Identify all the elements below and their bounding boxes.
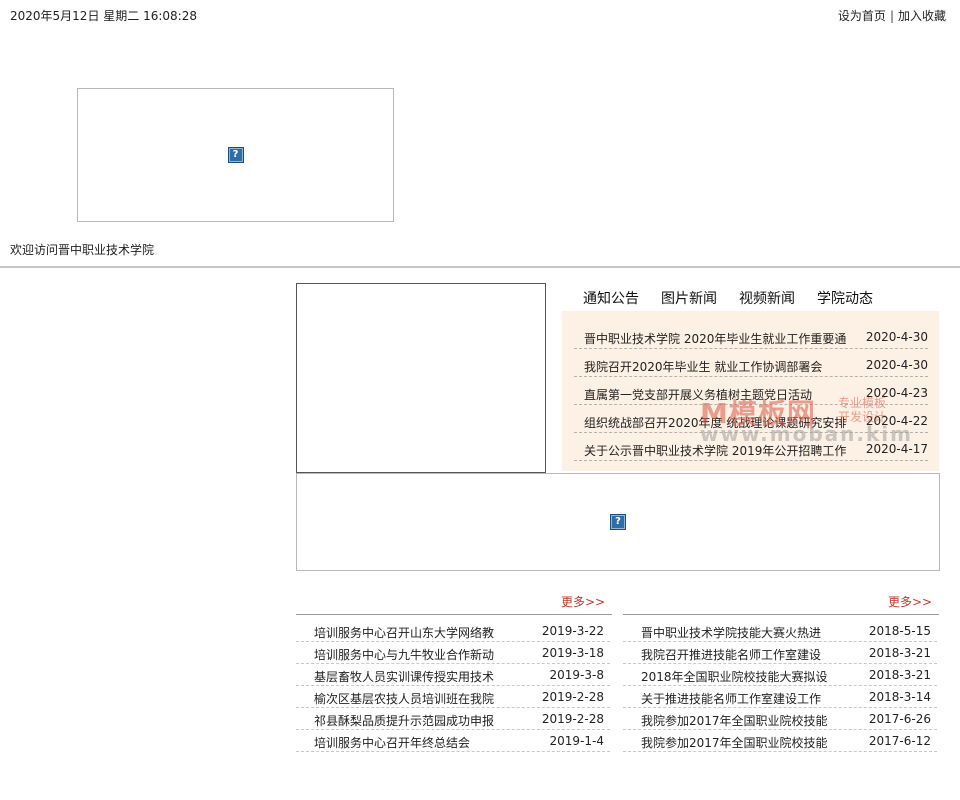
list-item-date: 2018-3-21: [868, 646, 931, 660]
list-item-date: 2019-1-4: [549, 734, 604, 748]
broken-image-icon: ?: [610, 514, 626, 530]
tab-notices[interactable]: 通知公告: [583, 288, 639, 308]
notice-date: 2020-4-17: [865, 442, 928, 456]
notice-date: 2020-4-22: [865, 414, 928, 428]
news-photo[interactable]: [296, 283, 546, 473]
notice-title[interactable]: 组织统战部召开2020年度 统战理论课题研究安排: [584, 414, 854, 431]
welcome-text: 欢迎访问晋中职业技术学院: [10, 243, 155, 257]
notice-title[interactable]: 关于公示晋中职业技术学院 2019年公开招聘工作: [584, 442, 854, 459]
list-item-date: 2019-3-22: [541, 624, 604, 638]
list-item-title[interactable]: 我院参加2017年全国职业院校技能: [641, 734, 828, 751]
right-list-divider: [623, 614, 939, 615]
header-datetime: 2020年5月12日 星期二 16:08:28: [10, 9, 197, 23]
list-item-date: 2019-2-28: [541, 690, 604, 704]
list-item[interactable]: 我院参加2017年全国职业院校技能 2017-6-12: [623, 729, 937, 752]
list-item-title[interactable]: 培训服务中心召开山东大学网络教: [314, 624, 494, 641]
list-item-title[interactable]: 培训服务中心与九牛牧业合作新动: [314, 646, 494, 663]
header-links: 设为首页 | 加入收藏: [838, 7, 946, 24]
notice-date: 2020-4-30: [865, 330, 928, 344]
list-item[interactable]: 我院召开推进技能名师工作室建设 2018-3-21: [623, 641, 937, 664]
more-link-right[interactable]: 更多>>: [888, 593, 932, 610]
list-item-title[interactable]: 榆次区基层农技人员培训班在我院: [314, 690, 494, 707]
set-homepage-link[interactable]: 设为首页: [838, 9, 886, 23]
notice-title[interactable]: 直属第一党支部开展义务植树主题党日活动: [584, 386, 854, 403]
header-divider: [0, 266, 960, 268]
left-list-divider: [296, 614, 612, 615]
list-item-title[interactable]: 培训服务中心召开年终总结会: [314, 734, 470, 751]
list-item-date: 2019-3-8: [549, 668, 604, 682]
banner-image[interactable]: ?: [296, 473, 940, 571]
logo-image[interactable]: ?: [77, 88, 394, 222]
list-item[interactable]: 培训服务中心与九牛牧业合作新动 2019-3-18: [296, 641, 610, 664]
list-item-title[interactable]: 祁县酥梨品质提升示范园成功申报: [314, 712, 494, 729]
notice-item[interactable]: 我院召开2020年毕业生 就业工作协调部署会 2020-4-30: [574, 349, 928, 377]
notice-item[interactable]: 直属第一党支部开展义务植树主题党日活动 2020-4-23: [574, 377, 928, 405]
notice-panel: 晋中职业技术学院 2020年毕业生就业工作重要通 2020-4-30 我院召开2…: [562, 311, 939, 471]
list-item[interactable]: 关于推进技能名师工作室建设工作 2018-3-14: [623, 685, 937, 708]
list-item-date: 2018-3-21: [868, 668, 931, 682]
list-item[interactable]: 培训服务中心召开山东大学网络教 2019-3-22: [296, 619, 610, 642]
add-favorite-link[interactable]: 加入收藏: [898, 9, 946, 23]
list-item-title[interactable]: 晋中职业技术学院技能大赛火热进: [641, 624, 821, 641]
notice-title[interactable]: 晋中职业技术学院 2020年毕业生就业工作重要通: [584, 330, 854, 347]
list-item[interactable]: 基层畜牧人员实训课传授实用技术 2019-3-8: [296, 663, 610, 686]
list-item-title[interactable]: 我院参加2017年全国职业院校技能: [641, 712, 828, 729]
more-link-left[interactable]: 更多>>: [561, 593, 605, 610]
notice-date: 2020-4-23: [865, 386, 928, 400]
list-item-date: 2019-3-18: [541, 646, 604, 660]
news-tabs: 通知公告 图片新闻 视频新闻 学院动态: [583, 288, 873, 308]
list-item[interactable]: 榆次区基层农技人员培训班在我院 2019-2-28: [296, 685, 610, 708]
list-item-title[interactable]: 关于推进技能名师工作室建设工作: [641, 690, 821, 707]
list-item[interactable]: 晋中职业技术学院技能大赛火热进 2018-5-15: [623, 619, 937, 642]
list-item-date: 2018-3-14: [868, 690, 931, 704]
tab-college-news[interactable]: 学院动态: [817, 288, 873, 308]
list-item-date: 2017-6-26: [868, 712, 931, 726]
list-item[interactable]: 祁县酥梨品质提升示范园成功申报 2019-2-28: [296, 707, 610, 730]
notice-date: 2020-4-30: [865, 358, 928, 372]
list-item-title[interactable]: 2018年全国职业院校技能大赛拟设: [641, 668, 828, 685]
list-item-date: 2017-6-12: [868, 734, 931, 748]
list-item[interactable]: 2018年全国职业院校技能大赛拟设 2018-3-21: [623, 663, 937, 686]
list-item[interactable]: 培训服务中心召开年终总结会 2019-1-4: [296, 729, 610, 752]
header-separator: |: [889, 9, 894, 23]
list-item[interactable]: 我院参加2017年全国职业院校技能 2017-6-26: [623, 707, 937, 730]
notice-title[interactable]: 我院召开2020年毕业生 就业工作协调部署会: [584, 358, 854, 375]
list-item-date: 2018-5-15: [868, 624, 931, 638]
notice-item[interactable]: 关于公示晋中职业技术学院 2019年公开招聘工作 2020-4-17: [574, 433, 928, 461]
tab-video-news[interactable]: 视频新闻: [739, 288, 795, 308]
tab-photo-news[interactable]: 图片新闻: [661, 288, 717, 308]
broken-image-icon: ?: [227, 147, 244, 163]
list-item-date: 2019-2-28: [541, 712, 604, 726]
list-item-title[interactable]: 基层畜牧人员实训课传授实用技术: [314, 668, 494, 685]
list-item-title[interactable]: 我院召开推进技能名师工作室建设: [641, 646, 821, 663]
notice-item[interactable]: 组织统战部召开2020年度 统战理论课题研究安排 2020-4-22: [574, 405, 928, 433]
notice-item[interactable]: 晋中职业技术学院 2020年毕业生就业工作重要通 2020-4-30: [574, 321, 928, 349]
